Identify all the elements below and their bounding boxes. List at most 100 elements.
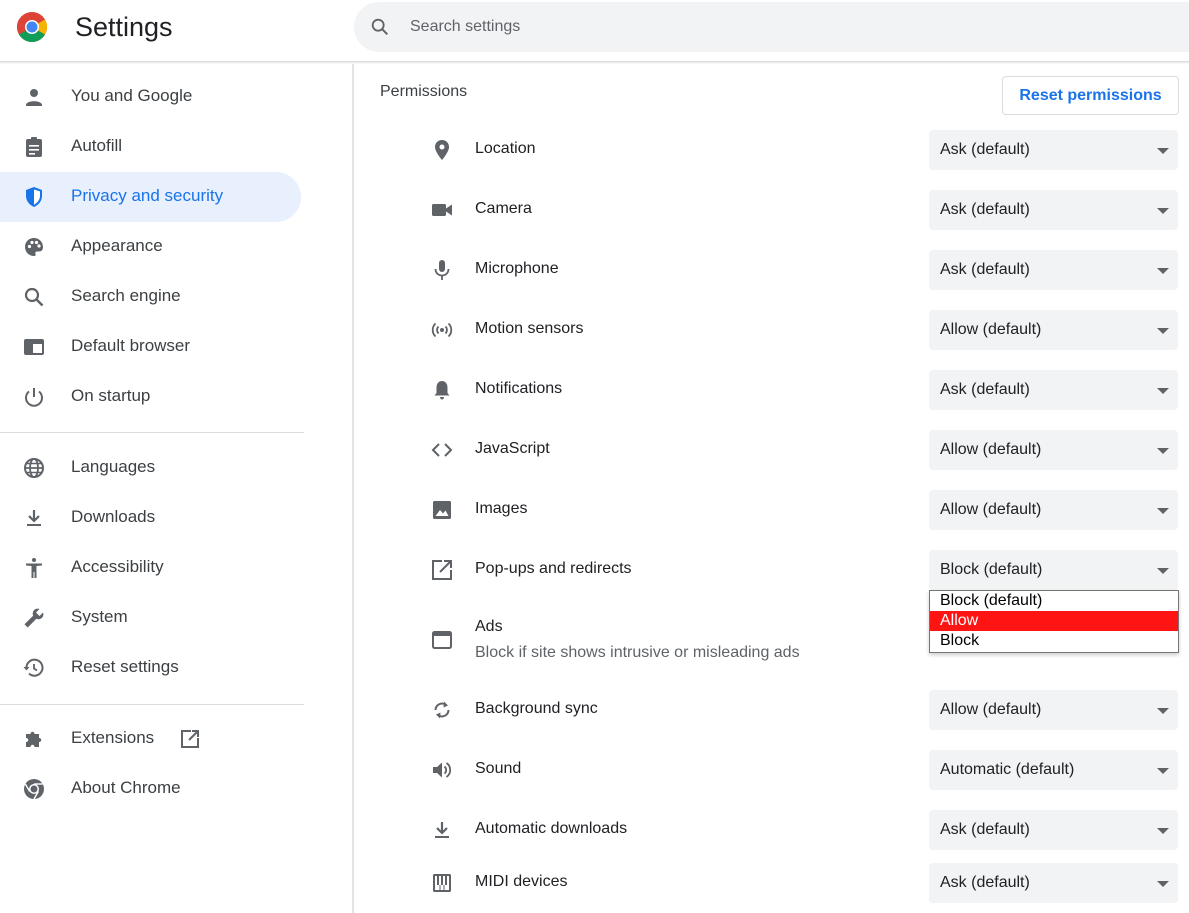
permission-label: Images: [475, 500, 528, 517]
dropdown-arrow-icon: [1157, 881, 1169, 887]
dropdown-arrow-icon: [1157, 268, 1169, 274]
permission-select[interactable]: Automatic (default): [929, 750, 1178, 790]
permission-select[interactable]: Allow (default): [929, 690, 1178, 730]
search-icon: [371, 18, 389, 36]
download-icon: [435, 822, 449, 838]
sidebar-item-label: Search engine: [71, 286, 181, 305]
permission-row-background-sync: Background sync Allow (default): [354, 680, 1189, 740]
dropdown-arrow-icon: [1157, 708, 1169, 714]
permission-label: Location: [475, 140, 536, 157]
permission-label: JavaScript: [475, 440, 550, 457]
motion-sensors-icon: [431, 322, 453, 338]
permission-select[interactable]: Ask (default): [929, 863, 1178, 903]
volume-icon: [433, 762, 451, 778]
sidebar-item-downloads[interactable]: Downloads: [0, 493, 301, 543]
clipboard-icon: [26, 137, 42, 157]
select-value: Automatic (default): [940, 761, 1075, 778]
dropdown-arrow-icon: [1157, 768, 1169, 774]
sidebar-item-default-browser[interactable]: Default browser: [0, 322, 301, 372]
open-in-new-icon: [181, 730, 199, 748]
permission-label: Notifications: [475, 380, 563, 397]
wrench-icon: [24, 608, 44, 628]
sidebar-item-on-startup[interactable]: On startup: [0, 372, 301, 422]
select-value: Ask (default): [940, 261, 1030, 278]
permission-label: Camera: [475, 200, 532, 217]
permission-select[interactable]: Ask (default): [929, 810, 1178, 850]
permission-select[interactable]: Allow (default): [929, 490, 1178, 530]
open-in-new-icon: [432, 560, 452, 580]
permission-row-images: Images Allow (default): [354, 480, 1189, 540]
permission-row-notifications: Notifications Ask (default): [354, 360, 1189, 420]
piano-icon: [433, 874, 451, 892]
dropdown-arrow-icon: [1157, 508, 1169, 514]
dropdown-arrow-icon: [1157, 328, 1169, 334]
top-bar: Settings: [0, 0, 1189, 62]
permission-label: Automatic downloads: [475, 820, 628, 837]
permission-label: Pop-ups and redirects: [475, 560, 632, 577]
sidebar-item-system[interactable]: System: [0, 593, 301, 643]
bell-icon: [434, 381, 450, 400]
select-value: Ask (default): [940, 381, 1030, 398]
permission-select[interactable]: Ask (default): [929, 370, 1178, 410]
sidebar: You and Google Autofill Privacy and secu…: [0, 64, 352, 913]
permission-select[interactable]: Block (default): [929, 550, 1178, 590]
select-value: Ask (default): [940, 141, 1030, 158]
permission-select[interactable]: Ask (default): [929, 130, 1178, 170]
select-value: Allow (default): [940, 501, 1042, 518]
sidebar-item-label: Languages: [71, 457, 156, 476]
search-box[interactable]: [354, 2, 1189, 52]
dropdown-option-allow[interactable]: Allow: [930, 611, 1178, 631]
permission-sublabel: Block if site shows intrusive or mislead…: [475, 644, 800, 661]
sidebar-item-label: Privacy and security: [71, 186, 224, 205]
sidebar-item-label: You and Google: [71, 86, 193, 105]
sidebar-item-you-and-google[interactable]: You and Google: [0, 72, 301, 122]
select-value: Allow (default): [940, 321, 1042, 338]
sync-icon: [434, 701, 450, 719]
dropdown-option-block-default[interactable]: Block (default): [930, 591, 1178, 611]
sidebar-item-privacy-and-security[interactable]: Privacy and security: [0, 172, 301, 222]
sidebar-item-extensions[interactable]: Extensions: [0, 714, 301, 764]
sidebar-item-label: Downloads: [71, 507, 156, 526]
camera-icon: [432, 204, 452, 216]
permission-select[interactable]: Ask (default): [929, 190, 1178, 230]
permission-label: MIDI devices: [475, 873, 568, 890]
select-value: Allow (default): [940, 441, 1042, 458]
sidebar-divider: [0, 432, 304, 433]
sidebar-item-appearance[interactable]: Appearance: [0, 222, 301, 272]
dropdown-arrow-icon: [1157, 208, 1169, 214]
sidebar-item-label: System: [71, 607, 128, 626]
dropdown-arrow-icon: [1157, 448, 1169, 454]
sidebar-item-reset-settings[interactable]: Reset settings: [0, 643, 301, 693]
permission-select[interactable]: Ask (default): [929, 250, 1178, 290]
sidebar-item-accessibility[interactable]: Accessibility: [0, 543, 301, 593]
sidebar-item-search-engine[interactable]: Search engine: [0, 272, 301, 322]
sidebar-item-about-chrome[interactable]: About Chrome: [0, 764, 301, 814]
permission-label: Microphone: [475, 260, 559, 277]
permission-row-sound: Sound Automatic (default): [354, 740, 1189, 800]
permission-select[interactable]: Allow (default): [929, 310, 1178, 350]
select-value: Ask (default): [940, 874, 1030, 891]
select-value: Ask (default): [940, 201, 1030, 218]
restore-icon: [23, 658, 44, 677]
popups-dropdown-list: Block (default) Allow Block: [929, 590, 1179, 653]
permission-select[interactable]: Allow (default): [929, 430, 1178, 470]
reset-permissions-button[interactable]: Reset permissions: [1002, 76, 1179, 115]
search-input[interactable]: [410, 14, 1110, 40]
sidebar-item-languages[interactable]: Languages: [0, 443, 301, 493]
palette-icon: [25, 238, 43, 256]
permission-label: Background sync: [475, 700, 598, 717]
sidebar-item-label: Extensions: [71, 728, 155, 747]
sidebar-item-autofill[interactable]: Autofill: [0, 122, 301, 172]
permission-row-camera: Camera Ask (default): [354, 180, 1189, 240]
dropdown-arrow-icon: [1157, 568, 1169, 574]
select-value: Block (default): [940, 561, 1043, 578]
power-icon: [25, 388, 43, 407]
microphone-icon: [434, 260, 450, 280]
permission-label: Sound: [475, 760, 522, 777]
sidebar-item-label: Accessibility: [71, 557, 164, 576]
sidebar-item-label: Appearance: [71, 236, 163, 255]
sidebar-item-label: Default browser: [71, 336, 191, 355]
puzzle-icon: [26, 731, 42, 747]
dropdown-option-block[interactable]: Block: [930, 631, 1178, 651]
location-pin-icon: [435, 140, 449, 160]
